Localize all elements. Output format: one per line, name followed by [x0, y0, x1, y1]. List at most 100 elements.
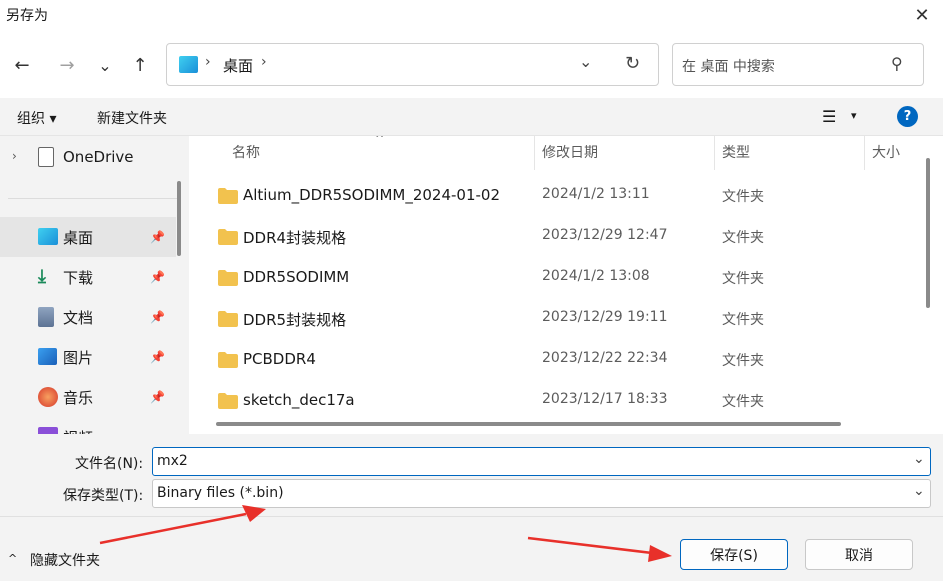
up-button[interactable]: ↑	[123, 50, 157, 80]
desktop-icon	[38, 228, 58, 245]
view-options-caret[interactable]: ▾	[851, 109, 857, 122]
column-separator[interactable]	[534, 136, 535, 170]
sidebar-item-label: 视频	[63, 427, 93, 435]
filename-label: 文件名(N):	[75, 456, 144, 472]
video-icon	[38, 427, 58, 434]
file-list: ^ 名称 修改日期 类型 大小 Altium_DDR5SODIMM_2024-0…	[189, 136, 916, 434]
file-type: 文件夹	[722, 394, 764, 410]
arrow-left-icon: ←	[14, 54, 30, 76]
picture-icon	[38, 348, 57, 365]
breadcrumb-separator-2[interactable]: ›	[261, 54, 267, 70]
sidebar-item-label: 桌面	[63, 228, 94, 247]
save-button[interactable]: 保存(S)	[680, 539, 788, 570]
file-date: 2024/1/2 13:08	[542, 268, 650, 284]
file-date: 2023/12/29 12:47	[542, 227, 668, 243]
file-name: sketch_dec17a	[243, 391, 355, 409]
folder-icon	[218, 229, 238, 245]
close-icon: ✕	[914, 4, 930, 26]
recent-locations-button[interactable]: ⌄	[88, 50, 122, 80]
close-button[interactable]: ✕	[902, 0, 942, 30]
search-input[interactable]: 在 桌面 中搜索	[682, 56, 775, 76]
file-row[interactable]: DDR4封装规格 2023/12/29 12:47 文件夹	[189, 216, 916, 257]
desktop-icon	[179, 56, 198, 73]
chevron-up-icon[interactable]: ^	[8, 552, 17, 565]
refresh-button[interactable]: ↻	[625, 53, 640, 74]
vertical-scrollbar-thumb[interactable]	[926, 158, 930, 308]
file-type: 文件夹	[722, 189, 764, 205]
chevron-down-icon[interactable]: ⌄	[913, 483, 925, 499]
vertical-scrollbar[interactable]	[916, 136, 943, 434]
folder-icon	[218, 270, 238, 286]
sidebar-item-documents[interactable]: 文档 📌	[0, 297, 176, 337]
arrow-up-icon: ↑	[132, 54, 148, 76]
column-header-row: ^ 名称 修改日期 类型 大小	[189, 136, 916, 170]
pin-icon[interactable]: 📌	[150, 350, 165, 364]
breadcrumb-separator: ›	[205, 54, 211, 70]
filetype-select[interactable]: Binary files (*.bin) ⌄	[152, 479, 931, 508]
column-header-type[interactable]: 类型	[722, 142, 750, 162]
column-separator[interactable]	[864, 136, 865, 170]
search-icon[interactable]: ⚲	[891, 54, 903, 73]
filetype-value: Binary files (*.bin)	[157, 485, 284, 501]
address-dropdown-button[interactable]: ⌄	[579, 52, 592, 71]
sort-ascending-icon: ^	[375, 136, 385, 145]
title-bar	[0, 0, 943, 30]
chevron-down-icon[interactable]: ⌄	[913, 451, 925, 467]
folder-icon	[218, 393, 238, 409]
sidebar-item-desktop[interactable]: 桌面 📌	[0, 217, 176, 257]
column-header-modified[interactable]: 修改日期	[542, 142, 598, 162]
refresh-icon: ↻	[625, 53, 641, 74]
onedrive-page-icon	[38, 147, 54, 167]
help-icon: ?	[903, 109, 912, 124]
sidebar-item-label: 音乐	[63, 388, 94, 407]
chevron-down-icon: ⌄	[579, 52, 593, 71]
organize-menu[interactable]: 组织 ▾	[17, 108, 56, 128]
file-row[interactable]: PCBDDR4 2023/12/22 22:34 文件夹	[189, 339, 916, 380]
breadcrumb-desktop[interactable]: 桌面	[223, 55, 253, 76]
folder-icon	[218, 311, 238, 327]
help-button[interactable]: ?	[897, 106, 918, 127]
sidebar-item-downloads[interactable]: ⤓ 下载 📌	[0, 257, 176, 297]
new-folder-button[interactable]: 新建文件夹	[97, 108, 167, 128]
cancel-button[interactable]: 取消	[805, 539, 913, 570]
file-type: 文件夹	[722, 271, 764, 287]
search-box[interactable]: 在 桌面 中搜索 ⚲	[672, 43, 924, 86]
pin-icon[interactable]: 📌	[150, 270, 165, 284]
sidebar-item-music[interactable]: 音乐 📌	[0, 377, 176, 417]
filename-input[interactable]: mx2 ⌄	[152, 447, 931, 476]
file-name: DDR5封装规格	[243, 311, 347, 329]
column-header-size[interactable]: 大小	[872, 142, 900, 162]
sidebar-item-onedrive[interactable]: OneDrive	[63, 148, 134, 166]
file-name: DDR5SODIMM	[243, 268, 350, 286]
document-icon	[38, 307, 54, 327]
file-name: Altium_DDR5SODIMM_2024-01-02	[243, 186, 501, 204]
sidebar-item-label: 下载	[63, 268, 94, 287]
address-bar[interactable]: › 桌面 › ⌄ ↻	[166, 43, 659, 86]
file-row[interactable]: DDR5封装规格 2023/12/29 19:11 文件夹	[189, 298, 916, 339]
file-row[interactable]: sketch_dec17a 2023/12/17 18:33 文件夹	[189, 380, 916, 421]
file-date: 2023/12/29 19:11	[542, 309, 668, 325]
file-row[interactable]: Altium_DDR5SODIMM_2024-01-02 2024/1/2 13…	[189, 175, 916, 216]
file-row[interactable]: DDR5SODIMM 2024/1/2 13:08 文件夹	[189, 257, 916, 298]
expand-chevron-icon[interactable]: ›	[12, 149, 17, 163]
horizontal-scrollbar-thumb[interactable]	[216, 422, 841, 426]
filename-value: mx2	[157, 453, 188, 469]
sidebar-scrollbar-thumb[interactable]	[177, 181, 181, 256]
file-date: 2024/1/2 13:11	[542, 186, 650, 202]
column-header-name[interactable]: 名称	[232, 142, 260, 162]
file-type: 文件夹	[722, 230, 764, 246]
file-type: 文件夹	[722, 353, 764, 369]
sidebar-item-pictures[interactable]: 图片 📌	[0, 337, 176, 377]
file-type: 文件夹	[722, 312, 764, 328]
hide-folders-toggle[interactable]: 隐藏文件夹	[30, 550, 100, 570]
pin-icon[interactable]: 📌	[150, 390, 165, 404]
view-options-button[interactable]: ☰	[822, 107, 836, 126]
sidebar-item-videos[interactable]: 视频	[0, 417, 176, 434]
filetype-label: 保存类型(T):	[63, 488, 144, 504]
forward-button[interactable]: →	[50, 50, 84, 80]
column-separator[interactable]	[714, 136, 715, 170]
back-button[interactable]: ←	[5, 50, 39, 80]
pin-icon[interactable]: 📌	[150, 310, 165, 324]
arrow-right-icon: →	[59, 54, 75, 76]
pin-icon[interactable]: 📌	[150, 230, 165, 244]
